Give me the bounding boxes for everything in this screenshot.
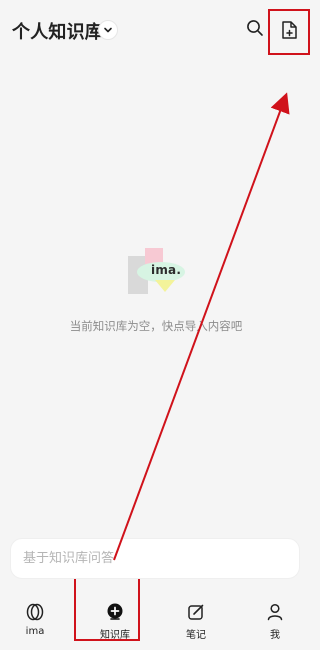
person-icon [265,602,285,622]
chevron-down-icon[interactable] [98,20,118,40]
nav-label-me: 我 [270,630,280,641]
nav-item-knowledge-base[interactable]: 知识库 [89,590,141,642]
knowledge-qa-input[interactable]: 基于知识库问答 [10,538,300,579]
empty-state-message: 当前知识库为空，快点导入内容吧 [69,319,243,333]
ima-logo-text: ima. [151,263,182,277]
nav-label-notes: 笔记 [186,630,206,641]
note-edit-icon [186,602,206,622]
search-icon[interactable] [243,16,267,40]
nav-item-notes[interactable]: 笔记 [170,590,222,642]
nav-label-ima: ima [25,626,45,637]
annotation-box-add-document [268,9,310,55]
knowledge-base-icon [105,602,125,622]
nav-item-me[interactable]: 我 [249,590,301,642]
ima-rings-icon [25,602,45,622]
page-title[interactable]: 个人知识库 [12,18,103,44]
header: 个人知识库 [0,0,312,58]
empty-state-illustration: ima. [125,248,187,296]
nav-label-knowledge-base: 知识库 [100,630,130,641]
nav-item-ima[interactable]: ima [9,590,61,642]
bottom-nav: ima 知识库 笔记 我 [0,590,312,650]
